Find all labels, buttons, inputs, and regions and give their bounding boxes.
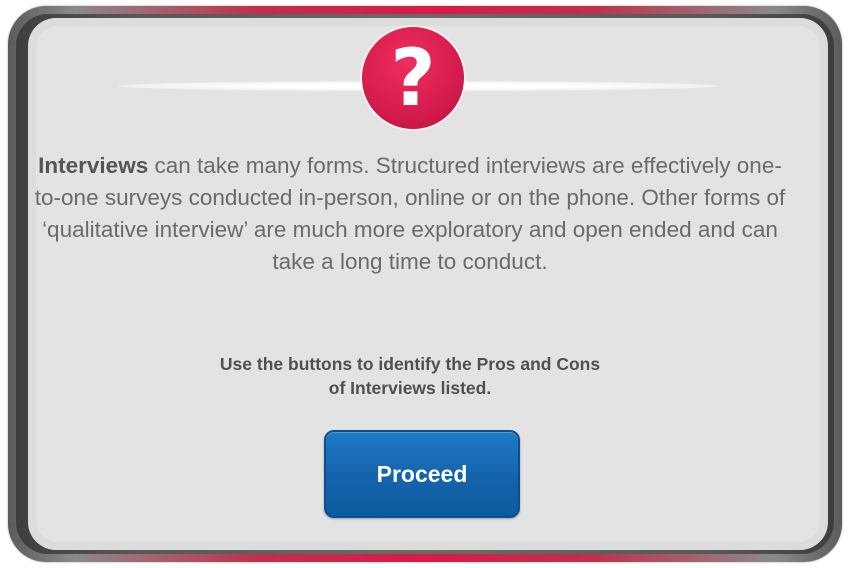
- body-description: can take many forms. Structured intervie…: [34, 153, 786, 274]
- dialog-body-text: Interviews can take many forms. Structur…: [30, 150, 790, 278]
- question-mark-icon: ?: [362, 27, 464, 129]
- question-mark-glyph: ?: [390, 34, 436, 124]
- instruction-line-1: Use the buttons to identify the Pros and…: [219, 354, 601, 374]
- proceed-button[interactable]: Proceed: [324, 430, 520, 518]
- instruction-line-2: of Interviews listed.: [328, 378, 492, 398]
- body-bold-term: Interviews: [38, 153, 149, 178]
- instruction-text: Use the buttons to identify the Pros and…: [150, 352, 670, 400]
